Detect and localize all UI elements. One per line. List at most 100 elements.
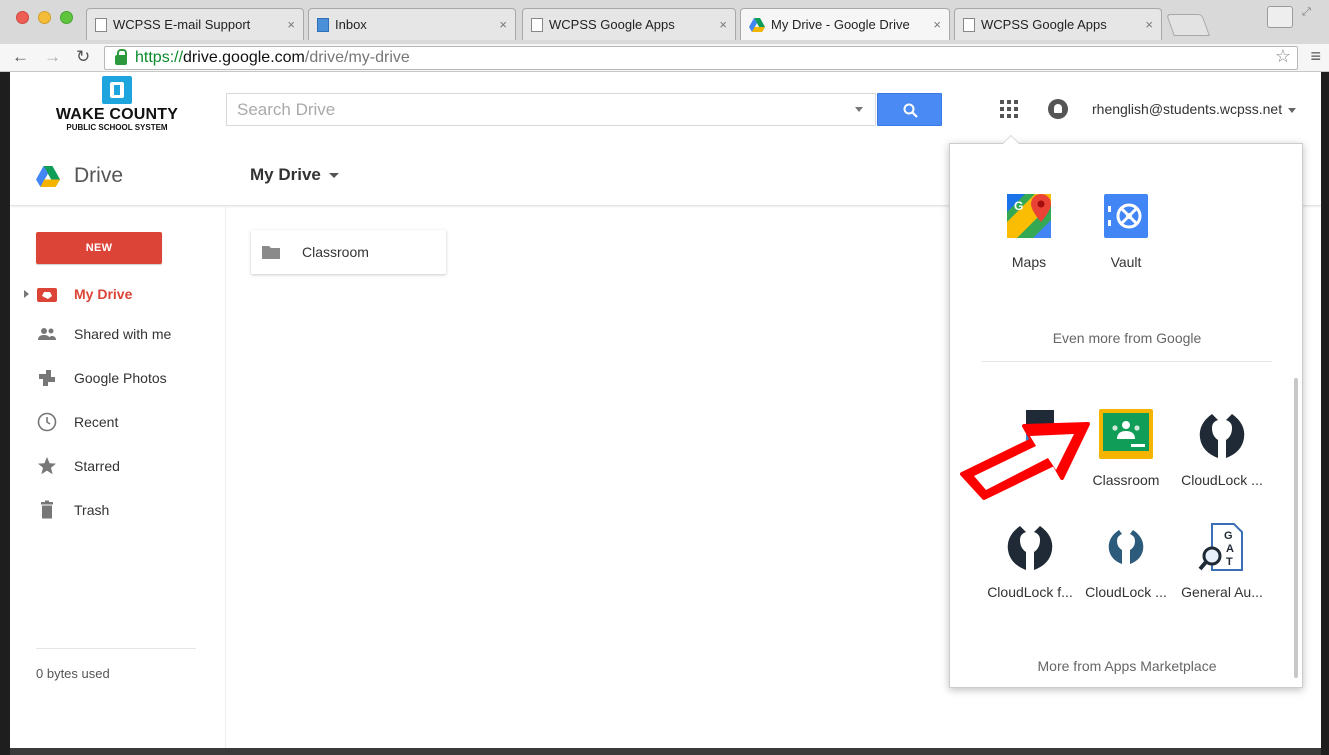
photos-icon: [39, 370, 55, 386]
app-general-audit[interactable]: GAT General Au...: [1174, 522, 1270, 600]
sidebar-item-label: Google Photos: [74, 370, 167, 386]
apps-panel-scrollbar[interactable]: [1294, 378, 1298, 678]
people-icon: [38, 328, 56, 340]
sidebar-item-starred[interactable]: Starred: [10, 448, 226, 484]
url-bar[interactable]: https://drive.google.com/drive/my-drive: [104, 46, 1298, 70]
svg-text:T: T: [1226, 556, 1233, 568]
drive-icon: [749, 17, 765, 32]
sidebar-item-shared[interactable]: Shared with me: [10, 316, 226, 352]
tab-label: WCPSS Google Apps: [549, 17, 675, 32]
svg-text:A: A: [1226, 543, 1234, 555]
forward-arrow-icon[interactable]: →: [44, 47, 61, 67]
close-tab-icon[interactable]: ×: [287, 17, 295, 32]
drive-logo-icon: [36, 165, 60, 187]
profile-icon[interactable]: [1267, 6, 1293, 28]
drive-header: WAKE COUNTY PUBLIC SCHOOL SYSTEM rhengli…: [10, 72, 1321, 144]
clock-icon: [37, 412, 57, 432]
close-tab-icon[interactable]: ×: [499, 17, 507, 32]
search-button[interactable]: [877, 93, 942, 126]
drive-brand[interactable]: Drive: [36, 164, 123, 188]
page-icon: [531, 17, 543, 32]
browser-tab-active[interactable]: My Drive - Google Drive ×: [740, 8, 950, 40]
close-tab-icon[interactable]: ×: [719, 17, 727, 32]
sidebar-item-label: Starred: [74, 458, 120, 474]
new-tab-button[interactable]: [1165, 14, 1211, 36]
drive-page: WAKE COUNTY PUBLIC SCHOOL SYSTEM rhengli…: [10, 72, 1321, 748]
sidebar-divider: [36, 648, 196, 649]
url-scheme: https://: [135, 49, 184, 66]
search-options-chevron-icon[interactable]: [855, 107, 863, 112]
close-window-button[interactable]: [16, 11, 29, 24]
app-maps[interactable]: G Maps: [981, 192, 1077, 270]
app-classroom[interactable]: Classroom: [1078, 409, 1174, 488]
wcpss-logo[interactable]: WAKE COUNTY PUBLIC SCHOOL SYSTEM: [54, 76, 180, 132]
minimize-window-button[interactable]: [38, 11, 51, 24]
page-icon: [95, 17, 107, 32]
even-more-from-google-link[interactable]: Even more from Google: [950, 330, 1304, 346]
svg-text:G: G: [1014, 199, 1023, 213]
apps-grid-icon[interactable]: [1000, 100, 1018, 118]
notifications-bell-icon[interactable]: [1048, 99, 1068, 119]
reload-icon[interactable]: ↻: [76, 47, 90, 67]
browser-menu-icon[interactable]: ≡: [1310, 46, 1321, 67]
app-partial[interactable]: [982, 410, 1078, 472]
bookmark-star-icon[interactable]: ☆: [1275, 46, 1291, 67]
location-breadcrumb[interactable]: My Drive: [250, 165, 339, 185]
page-icon: [963, 17, 975, 32]
logo-title: WAKE COUNTY: [55, 106, 179, 123]
sidebar: NEW My Drive Shared with me Google Photo…: [10, 206, 226, 748]
tab-label: WCPSS E-mail Support: [113, 17, 251, 32]
app-vault[interactable]: Vault: [1078, 192, 1174, 270]
storage-usage[interactable]: 0 bytes used: [36, 666, 110, 681]
logo-subtitle: PUBLIC SCHOOL SYSTEM: [66, 123, 168, 132]
maps-icon: G: [1005, 192, 1053, 240]
sidebar-item-my-drive[interactable]: My Drive: [10, 276, 226, 312]
app-label: General Au...: [1181, 584, 1263, 600]
back-arrow-icon[interactable]: ←: [12, 47, 29, 67]
url-host: drive.google.com: [183, 49, 305, 66]
search-icon: [903, 103, 918, 118]
app-label: CloudLock ...: [1085, 584, 1167, 600]
search-box: [226, 93, 876, 126]
browser-tab[interactable]: WCPSS Google Apps ×: [522, 8, 736, 40]
cloudlock-icon: [1006, 522, 1054, 570]
browser-tab[interactable]: WCPSS E-mail Support ×: [86, 8, 304, 40]
address-toolbar: ← → ↻ https://drive.google.com/drive/my-…: [0, 44, 1329, 72]
window-bottom-edge: [10, 748, 1321, 755]
folder-item[interactable]: Classroom: [251, 230, 446, 274]
sidebar-item-label: Trash: [74, 502, 110, 518]
wcpss-logo-icon: [102, 76, 132, 104]
sidebar-item-photos[interactable]: Google Photos: [10, 360, 226, 396]
vault-icon: [1102, 192, 1150, 240]
browser-tab[interactable]: WCPSS Google Apps ×: [954, 8, 1162, 40]
search-input[interactable]: [227, 94, 827, 125]
folder-icon: [262, 246, 280, 259]
lock-icon: [115, 49, 127, 65]
browser-tab[interactable]: Inbox ×: [308, 8, 516, 40]
close-tab-icon[interactable]: ×: [933, 17, 941, 32]
tab-label: WCPSS Google Apps: [981, 17, 1107, 32]
inbox-icon: [317, 17, 329, 32]
app-cloudlock[interactable]: CloudLock ...: [1174, 410, 1270, 488]
new-button[interactable]: NEW: [36, 232, 162, 264]
app-label: CloudLock ...: [1181, 472, 1263, 488]
chevron-down-icon: [328, 173, 339, 179]
more-from-apps-marketplace-link[interactable]: More from Apps Marketplace: [950, 658, 1304, 674]
app-cloudlock[interactable]: CloudLock f...: [982, 522, 1078, 600]
sidebar-item-label: Shared with me: [74, 326, 172, 342]
svg-text:G: G: [1224, 530, 1233, 542]
expand-arrow-icon[interactable]: [24, 290, 29, 298]
zoom-window-button[interactable]: [60, 11, 73, 24]
sidebar-item-trash[interactable]: Trash: [10, 492, 226, 528]
app-cloudlock[interactable]: CloudLock ...: [1078, 522, 1174, 600]
sidebar-item-recent[interactable]: Recent: [10, 404, 226, 440]
app-label: CloudLock f...: [987, 584, 1073, 600]
fullscreen-icon[interactable]: ⤢: [1302, 6, 1311, 19]
star-icon: [38, 457, 56, 475]
close-tab-icon[interactable]: ×: [1145, 17, 1153, 32]
account-menu[interactable]: rhenglish@students.wcpss.net: [1092, 101, 1297, 117]
partial-app-icon: [1006, 410, 1060, 462]
app-label: Vault: [1110, 254, 1142, 270]
sidebar-item-label: My Drive: [74, 286, 133, 302]
trash-icon: [41, 500, 53, 519]
